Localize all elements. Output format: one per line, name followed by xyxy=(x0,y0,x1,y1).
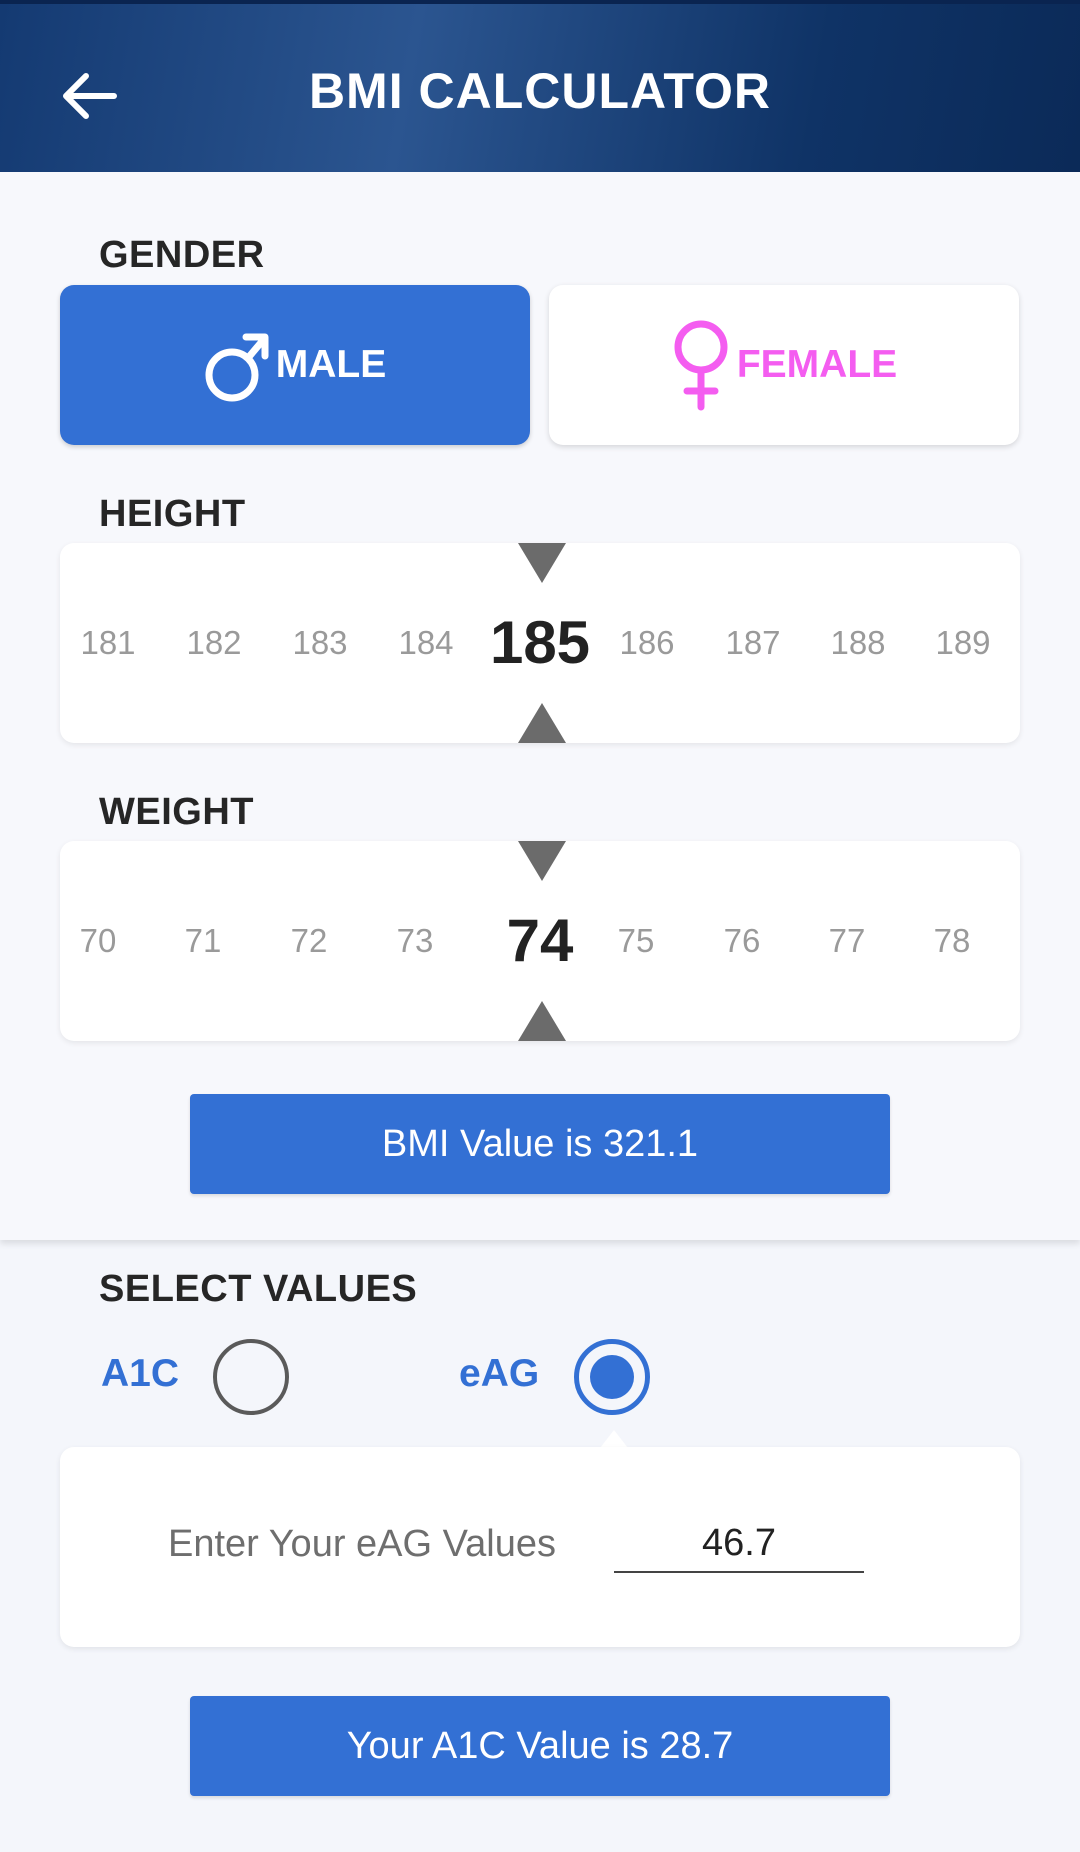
input-pointer xyxy=(600,1430,628,1448)
gender-label: GENDER xyxy=(99,234,265,276)
eag-input-card: Enter Your eAG Values xyxy=(60,1447,1020,1647)
weight-value[interactable]: 77 xyxy=(829,841,866,1041)
weight-value[interactable]: 76 xyxy=(724,841,761,1041)
height-bottom-indicator-icon xyxy=(518,703,566,743)
a1c-radio[interactable] xyxy=(213,1339,289,1415)
bmi-calculator-screen: BMI CALCULATOR GENDER MALE FEMALE HEIGHT… xyxy=(0,0,1080,1852)
eag-input-label: Enter Your eAG Values xyxy=(168,1523,556,1565)
app-header: BMI CALCULATOR xyxy=(0,0,1080,172)
a1c-result-button[interactable]: Your A1C Value is 28.7 xyxy=(190,1696,890,1796)
weight-picker[interactable]: 70 71 72 73 74 75 76 77 78 xyxy=(60,841,1020,1041)
height-label: HEIGHT xyxy=(99,493,246,535)
weight-value[interactable]: 78 xyxy=(934,841,971,1041)
female-button[interactable]: FEMALE xyxy=(549,285,1019,445)
select-values-label: SELECT VALUES xyxy=(99,1268,418,1310)
a1c-option-label[interactable]: A1C xyxy=(101,1352,179,1396)
bmi-result-button[interactable]: BMI Value is 321.1 xyxy=(190,1094,890,1194)
weight-value[interactable]: 72 xyxy=(291,841,328,1041)
weight-value[interactable]: 70 xyxy=(80,841,117,1041)
radio-selected-dot xyxy=(590,1355,634,1399)
height-value[interactable]: 188 xyxy=(830,543,885,743)
height-value[interactable]: 186 xyxy=(619,543,674,743)
female-icon xyxy=(674,320,728,411)
eag-radio[interactable] xyxy=(574,1339,650,1415)
height-picker[interactable]: 181 182 183 184 185 186 187 188 189 xyxy=(60,543,1020,743)
weight-label: WEIGHT xyxy=(99,791,254,833)
eag-option-label[interactable]: eAG xyxy=(459,1352,539,1396)
weight-value[interactable]: 75 xyxy=(618,841,655,1041)
male-label: MALE xyxy=(275,343,387,386)
weight-bottom-indicator-icon xyxy=(518,1001,566,1041)
height-value[interactable]: 189 xyxy=(935,543,990,743)
weight-value[interactable]: 73 xyxy=(397,841,434,1041)
male-button[interactable]: MALE xyxy=(60,285,530,445)
eag-input-field[interactable] xyxy=(614,1515,864,1573)
height-value[interactable]: 183 xyxy=(292,543,347,743)
height-value[interactable]: 184 xyxy=(398,543,453,743)
male-icon xyxy=(205,333,269,402)
height-value[interactable]: 182 xyxy=(186,543,241,743)
page-title: BMI CALCULATOR xyxy=(308,63,772,119)
female-label: FEMALE xyxy=(736,343,898,386)
height-value[interactable]: 181 xyxy=(80,543,135,743)
height-value[interactable]: 187 xyxy=(725,543,780,743)
weight-value[interactable]: 71 xyxy=(185,841,222,1041)
